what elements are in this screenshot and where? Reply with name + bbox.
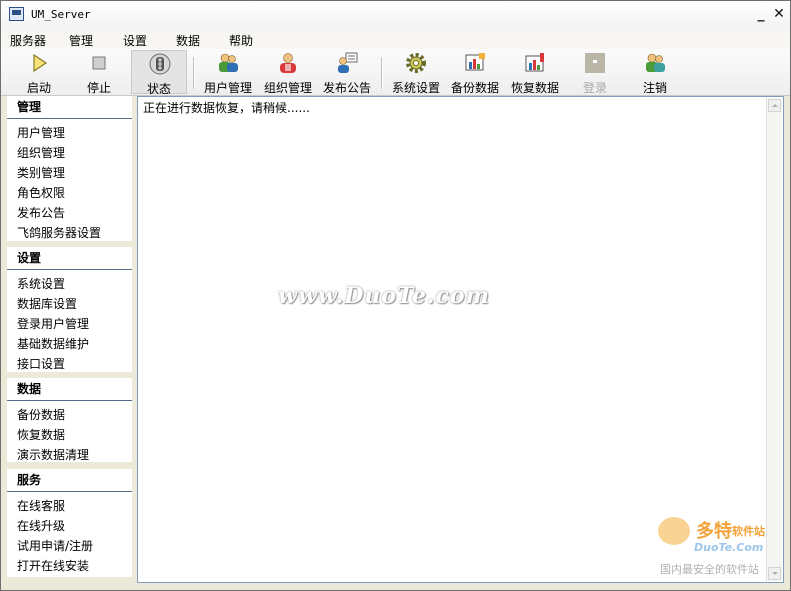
menu-manage[interactable]: 管理	[69, 32, 93, 49]
menu-settings[interactable]: 设置	[123, 32, 147, 49]
watermark-logo-big: 多特	[696, 521, 732, 542]
play-icon	[33, 53, 48, 73]
sidebar-section-title: 管理	[7, 96, 132, 119]
organization-icon	[280, 53, 296, 73]
scroll-down-arrow-icon[interactable]	[768, 567, 781, 580]
app-icon	[9, 7, 24, 21]
sidebar-section-title: 服务	[7, 469, 132, 492]
app-window: UM_Server _ ✕ 服务器 管理 设置 数据 帮助 启动 停止 状态 用…	[0, 0, 791, 591]
log-output-area[interactable]: 正在进行数据恢复，请稍候...... www.DuoTe.com 多特 软件站 …	[137, 96, 784, 583]
sidebar: 管理 用户管理 组织管理 类别管理 角色权限 发布公告 飞鸽服务器设置 设置 系…	[7, 96, 132, 581]
watermark-logo-small: 软件站	[732, 525, 765, 538]
restore-data-label: 恢复数据	[510, 81, 559, 95]
announcement-icon	[338, 52, 358, 73]
minimize-button[interactable]: _	[753, 6, 769, 22]
backup-data-label: 备份数据	[450, 81, 499, 95]
logout-icon	[646, 53, 665, 72]
sidebar-item-role-permissions[interactable]: 角色权限	[7, 183, 132, 203]
status-button[interactable]: 状态	[131, 50, 187, 96]
sidebar-item-basic-data-maintenance[interactable]: 基础数据维护	[7, 334, 132, 354]
users-icon	[219, 53, 238, 72]
user-management-button[interactable]: 用户管理	[200, 50, 256, 95]
sidebar-item-login-user-management[interactable]: 登录用户管理	[7, 314, 132, 334]
publish-announcement-button[interactable]: 发布公告	[319, 50, 375, 95]
watermark-text: www.DuoTe.com	[278, 283, 490, 309]
user-management-label: 用户管理	[203, 81, 252, 95]
gear-icon	[406, 53, 426, 73]
menu-bar: 服务器 管理 设置 数据 帮助	[1, 29, 790, 49]
sidebar-section-service: 服务 在线客服 在线升级 试用申请/注册 打开在线安装	[7, 469, 132, 577]
start-label: 启动	[26, 81, 51, 95]
sidebar-item-open-online-install[interactable]: 打开在线安装	[7, 556, 132, 576]
system-settings-label: 系统设置	[391, 81, 440, 95]
sidebar-section-settings: 设置 系统设置 数据库设置 登录用户管理 基础数据维护 接口设置	[7, 247, 132, 372]
sidebar-section-manage: 管理 用户管理 组织管理 类别管理 角色权限 发布公告 飞鸽服务器设置	[7, 96, 132, 241]
watermark-logo-url: DuoTe.Com	[694, 541, 764, 554]
sidebar-item-org-management[interactable]: 组织管理	[7, 143, 132, 163]
backup-data-button[interactable]: 备份数据	[447, 50, 503, 95]
restore-data-button[interactable]: 恢复数据	[507, 50, 563, 95]
sidebar-item-publish-announcement[interactable]: 发布公告	[7, 203, 132, 223]
sidebar-item-system-settings[interactable]: 系统设置	[7, 274, 132, 294]
publish-announcement-label: 发布公告	[322, 81, 371, 95]
stop-label: 停止	[86, 81, 111, 95]
menu-data[interactable]: 数据	[176, 32, 200, 49]
sidebar-item-trial-registration[interactable]: 试用申请/注册	[7, 536, 132, 556]
close-button[interactable]: ✕	[771, 6, 787, 22]
sidebar-item-category-management[interactable]: 类别管理	[7, 163, 132, 183]
status-bar	[1, 584, 790, 590]
logout-label: 注销	[642, 81, 667, 95]
sidebar-item-database-settings[interactable]: 数据库设置	[7, 294, 132, 314]
status-message: 正在进行数据恢复，请稍候......	[143, 101, 310, 115]
sidebar-item-demo-data-cleanup[interactable]: 演示数据清理	[7, 445, 132, 465]
stop-button[interactable]: 停止	[71, 50, 127, 95]
menu-server[interactable]: 服务器	[10, 32, 46, 49]
sidebar-item-restore-data[interactable]: 恢复数据	[7, 425, 132, 445]
organization-management-label: 组织管理	[263, 81, 312, 95]
system-settings-button[interactable]: 系统设置	[388, 50, 444, 95]
backup-icon	[465, 53, 485, 71]
menu-help[interactable]: 帮助	[229, 32, 253, 49]
stop-icon	[92, 56, 106, 70]
watermark-slogan: 国内最安全的软件站	[660, 563, 759, 576]
sidebar-item-online-upgrade[interactable]: 在线升级	[7, 516, 132, 536]
corner-watermark-logo: 多特 软件站 DuoTe.Com 国内最安全的软件站	[658, 517, 778, 577]
logout-button[interactable]: 注销	[627, 50, 683, 95]
login-label: 登录	[582, 81, 607, 95]
sidebar-item-feige-server-settings[interactable]: 飞鸽服务器设置	[7, 223, 132, 243]
start-button[interactable]: 启动	[11, 50, 67, 95]
sidebar-section-data: 数据 备份数据 恢复数据 演示数据清理	[7, 378, 132, 462]
sidebar-section-title: 数据	[7, 378, 132, 401]
traffic-light-icon	[149, 53, 171, 75]
title-bar[interactable]: UM_Server _ ✕	[1, 1, 790, 29]
sidebar-section-title: 设置	[7, 247, 132, 270]
login-button[interactable]: 登录	[567, 50, 623, 95]
status-label: 状态	[146, 82, 171, 96]
organization-management-button[interactable]: 组织管理	[260, 50, 316, 95]
scroll-up-arrow-icon[interactable]	[768, 99, 781, 112]
toolbar: 启动 停止 状态 用户管理 组织管理 发布公告 系统设置 备份数据 恢复数据 登…	[1, 49, 790, 96]
sidebar-item-backup-data[interactable]: 备份数据	[7, 405, 132, 425]
window-title: UM_Server	[31, 8, 91, 21]
sidebar-item-interface-settings[interactable]: 接口设置	[7, 354, 132, 374]
sidebar-item-user-management[interactable]: 用户管理	[7, 123, 132, 143]
vertical-scrollbar[interactable]	[766, 98, 782, 581]
mascot-icon	[658, 517, 690, 545]
login-icon	[585, 53, 605, 73]
sidebar-item-online-support[interactable]: 在线客服	[7, 496, 132, 516]
restore-icon	[525, 53, 544, 72]
